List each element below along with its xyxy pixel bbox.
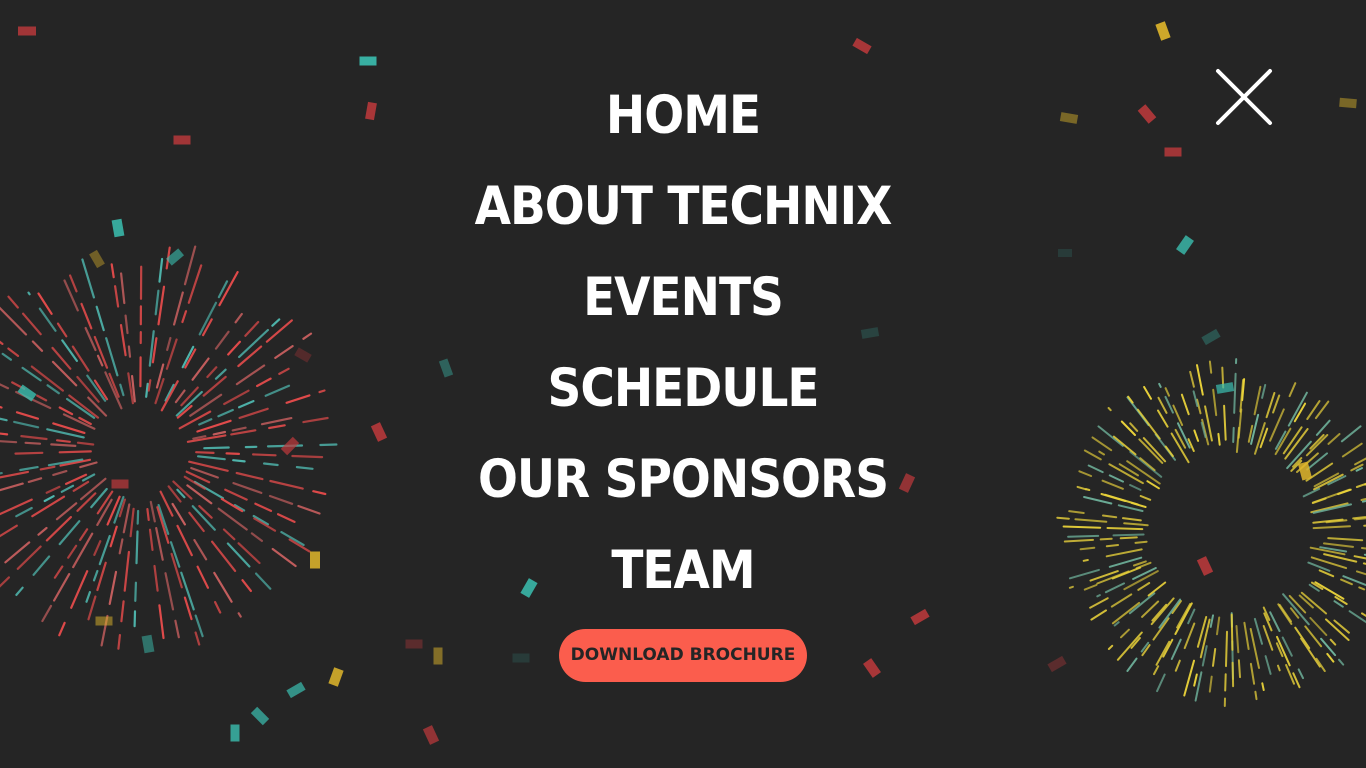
confetti-piece	[230, 724, 240, 742]
confetti-piece	[286, 681, 306, 699]
confetti-piece	[18, 26, 36, 36]
menu-item-about-technix: ABOUT TECHNIX	[0, 175, 1366, 266]
menu-link-about-technix[interactable]: ABOUT TECHNIX	[475, 171, 893, 243]
menu-item-schedule: SCHEDULE	[0, 357, 1366, 448]
menu-link-schedule[interactable]: SCHEDULE	[547, 353, 819, 425]
menu-item-events: EVENTS	[0, 266, 1366, 357]
confetti-piece	[852, 37, 872, 55]
menu-link-home[interactable]: HOME	[606, 80, 761, 152]
close-icon	[1216, 69, 1272, 125]
menu-link-our-sponsors[interactable]: OUR SPONSORS	[478, 444, 889, 516]
confetti-piece	[422, 725, 440, 745]
menu-link-team[interactable]: TEAM	[611, 535, 755, 607]
firework-streak	[1261, 682, 1265, 691]
confetti-piece	[250, 706, 270, 726]
menu-item-home: HOME	[0, 84, 1366, 175]
main-menu: HOME ABOUT TECHNIX EVENTS SCHEDULE OUR S…	[0, 84, 1366, 630]
close-button[interactable]	[1212, 66, 1276, 130]
menu-overlay: HOME ABOUT TECHNIX EVENTS SCHEDULE OUR S…	[0, 0, 1366, 768]
download-brochure-button[interactable]: DOWNLOAD BROCHURE	[559, 629, 807, 682]
menu-link-events[interactable]: EVENTS	[583, 262, 784, 334]
confetti-piece	[1155, 21, 1171, 41]
firework-streak	[1254, 690, 1258, 701]
cta-container: DOWNLOAD BROCHURE	[0, 629, 1366, 682]
menu-item-our-sponsors: OUR SPONSORS	[0, 448, 1366, 539]
confetti-piece	[359, 56, 377, 66]
menu-item-team: TEAM	[0, 539, 1366, 630]
